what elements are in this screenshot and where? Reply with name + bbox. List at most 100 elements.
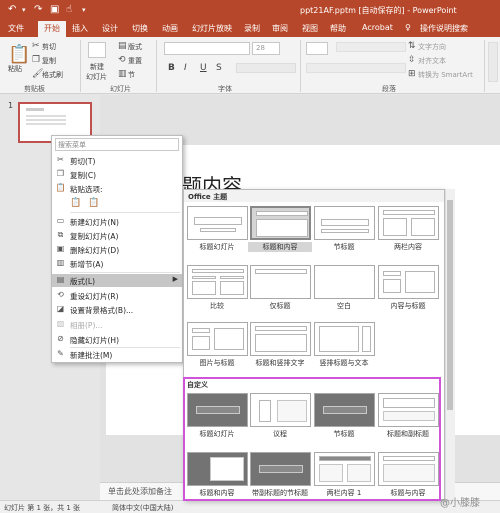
reset-button[interactable]: 重置 [128,56,142,66]
tab-record[interactable]: 录制 [244,23,260,34]
layout-button[interactable]: 版式 [128,42,142,52]
align-text-button[interactable]: 对齐文本 [418,56,446,66]
tab-home[interactable]: 开始 [38,21,66,37]
drawing-group[interactable] [488,42,498,82]
strike-button[interactable]: S [216,63,222,73]
paste-icon: 📋 [55,183,66,192]
menu-item-add-section[interactable]: ▥ 新增节(A) [52,257,182,270]
custom-layout-two-content[interactable] [314,452,375,486]
tab-review[interactable]: 审阅 [272,23,288,34]
office-theme-label: Office 主题 [188,193,228,201]
layout-title-placeholder [255,326,307,331]
tab-design[interactable]: 设计 [102,23,118,34]
slide-number: 1 [8,101,14,110]
section-icon: ▥ [56,258,65,267]
customize-qa-icon[interactable]: ▾ [82,6,86,14]
tab-file[interactable]: 文件 [8,23,24,34]
tell-me-search[interactable]: 操作说明搜索 [420,23,468,34]
layout-content-with-caption[interactable] [378,265,439,299]
language-status[interactable]: 简体中文(中国大陆) [112,503,173,513]
layout-title-placeholder [192,269,244,273]
layout-comparison[interactable] [187,265,248,299]
clipboard-group-label: 剪贴板 [24,85,45,93]
undo-icon[interactable]: ↶ [8,4,16,15]
layout-title-slide[interactable] [187,206,248,240]
layout-vertical-text-placeholder [319,326,359,352]
layout-title-content[interactable] [250,206,311,240]
custom-layout-title-content[interactable] [187,452,248,486]
menu-item-reset-slide[interactable]: ⟲ 重设幻灯片(R) [52,289,182,302]
cut-button[interactable]: 剪切 [42,42,56,52]
menu-item-cut[interactable]: ✂ 剪切(T) [52,154,182,167]
format-painter-button[interactable]: 格式刷 [42,70,63,80]
paste-keep-source-icon[interactable]: 📋 [88,198,99,209]
custom-layout-agenda[interactable] [250,393,311,427]
section-button[interactable]: 节 [128,70,135,80]
tab-transitions[interactable]: 切换 [132,23,148,34]
menu-item-new-comment[interactable]: ✎ 新建批注(M) [52,348,182,361]
italic-button[interactable]: I [184,63,187,73]
new-slide-button-line2[interactable]: 幻灯片 [86,72,107,82]
menu-item-layout[interactable]: ▤ 版式(L) ▶ [52,274,182,287]
layout-content-placeholder [192,281,216,295]
menu-item-new-slide[interactable]: ▭ 新建幻灯片(N) [52,215,182,228]
new-slide-button[interactable]: 新建 [90,62,104,72]
tab-help[interactable]: 帮助 [330,23,346,34]
custom-layout-section-header[interactable] [314,393,375,427]
smartart-button[interactable]: 转换为 SmartArt [418,70,473,80]
layout-vertical-text-placeholder [255,334,307,352]
layout-content-placeholder [411,218,435,236]
gallery-scroll-thumb[interactable] [447,200,453,410]
menu-item-format-background[interactable]: ◪ 设置背景格式(B)... [52,303,182,316]
redo-icon[interactable]: ↷ [34,4,42,15]
menu-search-input[interactable]: 搜索菜单 [55,138,179,151]
underline-button[interactable]: U [200,63,207,73]
photo-album-icon: ▧ [56,319,65,328]
custom-layout-title-slide[interactable] [187,393,248,427]
layout-title-only[interactable] [250,265,311,299]
custom-layout-title-with-content[interactable] [378,452,439,486]
tab-animations[interactable]: 动画 [162,23,178,34]
layout-text-placeholder [192,336,210,350]
layout-title-placeholder [323,406,367,414]
reset-slide-icon: ⟲ [57,290,64,299]
chevron-down-icon[interactable]: ▾ [22,6,26,14]
bullets-dropdown[interactable] [306,42,328,55]
notes-placeholder[interactable]: 单击此处添加备注 [108,486,172,497]
paste-button[interactable]: 粘贴 [8,64,22,74]
layout-vertical-title-text[interactable] [314,322,375,356]
font-name-input[interactable] [164,42,250,55]
layout-two-content[interactable] [378,206,439,240]
new-slide-icon[interactable] [88,42,106,58]
text-direction-button[interactable]: 文字方向 [418,42,446,52]
menu-item-copy[interactable]: ❐ 复制(C) [52,168,182,181]
menu-item-hide-slide[interactable]: ⊘ 隐藏幻灯片(H) [52,333,182,346]
layout-heading-placeholder [220,276,244,279]
custom-layout-section-subtitle[interactable] [250,452,311,486]
layout-content-placeholder [405,271,435,293]
menu-item-duplicate-slide[interactable]: ⧉ 复制幻灯片(A) [52,229,182,242]
ribbon-divider [156,40,157,92]
paste-icon[interactable]: 📋 [8,44,30,65]
tab-view[interactable]: 视图 [302,23,318,34]
paste-use-destination-icon[interactable]: 📋 [70,198,81,209]
custom-layout-title-subtitle[interactable] [378,393,439,427]
save-icon[interactable]: ▣ [50,4,59,15]
layout-picture-with-caption[interactable] [187,322,248,356]
tab-acrobat[interactable]: Acrobat [362,23,393,32]
bold-button[interactable]: B [168,63,175,73]
layout-title-vertical-text[interactable] [250,322,311,356]
touch-mode-icon[interactable]: ☝ [66,4,72,15]
menu-item-label: 粘贴选项: [70,185,103,194]
layout-blank[interactable] [314,265,375,299]
layout-section-header[interactable] [314,206,375,240]
tab-slideshow[interactable]: 幻灯片放映 [192,23,232,34]
copy-button[interactable]: 复制 [42,56,56,66]
layout-title-placeholder [192,328,210,333]
layout-title-placeholder [383,210,435,215]
font-size-input[interactable]: 28 [252,42,280,55]
layout-content-placeholder [277,400,307,422]
menu-item-delete-slide[interactable]: ▣ 删除幻灯片(D) [52,243,182,256]
tab-insert[interactable]: 插入 [72,23,88,34]
layout-vertical-title-placeholder [362,326,371,352]
